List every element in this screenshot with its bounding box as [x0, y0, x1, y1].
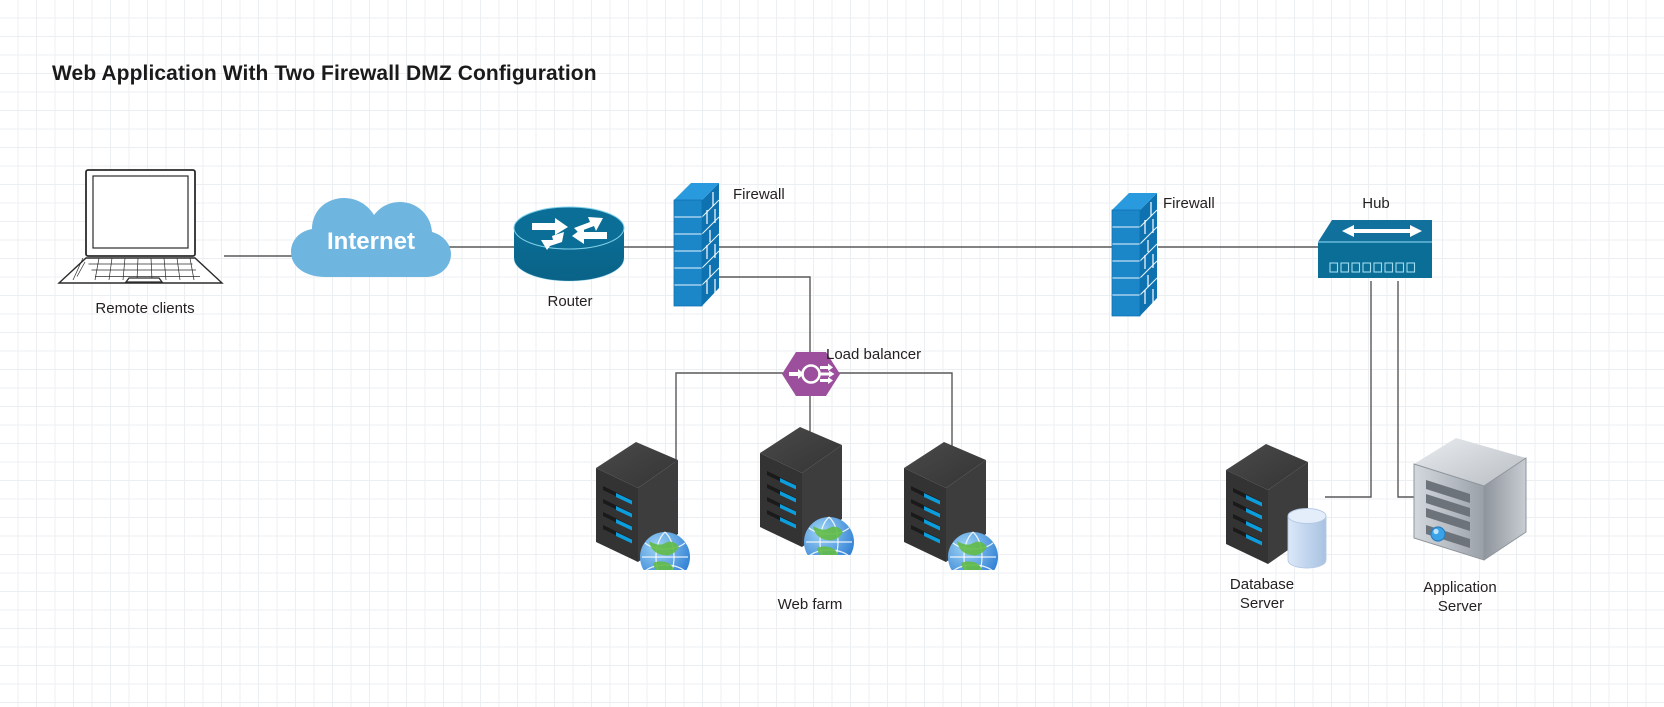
- router-icon: [512, 206, 626, 284]
- application-server-label: Application Server: [1423, 579, 1497, 615]
- page-title: Web Application With Two Firewall DMZ Co…: [52, 62, 597, 85]
- load-balancer-label: Load balancer: [826, 346, 922, 363]
- application-server-icon: [1408, 432, 1536, 572]
- remote-clients-label: Remote clients: [95, 300, 195, 317]
- firewall-icon: [672, 180, 722, 308]
- firewall-inner-label: Firewall: [1163, 195, 1215, 212]
- internet-label: Internet: [326, 228, 415, 255]
- web-server-icon: [592, 438, 700, 583]
- firewall-outer-label: Firewall: [733, 186, 785, 203]
- web-farm-label: Web farm: [777, 596, 843, 613]
- hub-icon: [1316, 218, 1436, 284]
- diagram-canvas: Web Application With Two Firewall DMZ Co…: [0, 0, 1664, 707]
- laptop-icon: [55, 168, 230, 286]
- firewall-icon: [1110, 190, 1160, 318]
- database-server-label: Database Server: [1229, 576, 1295, 612]
- router-label: Router: [547, 293, 593, 310]
- web-server-icon: [900, 438, 1008, 583]
- hub-label: Hub: [1362, 195, 1390, 212]
- database-server-icon: [1222, 440, 1342, 580]
- web-server-icon: [756, 423, 864, 568]
